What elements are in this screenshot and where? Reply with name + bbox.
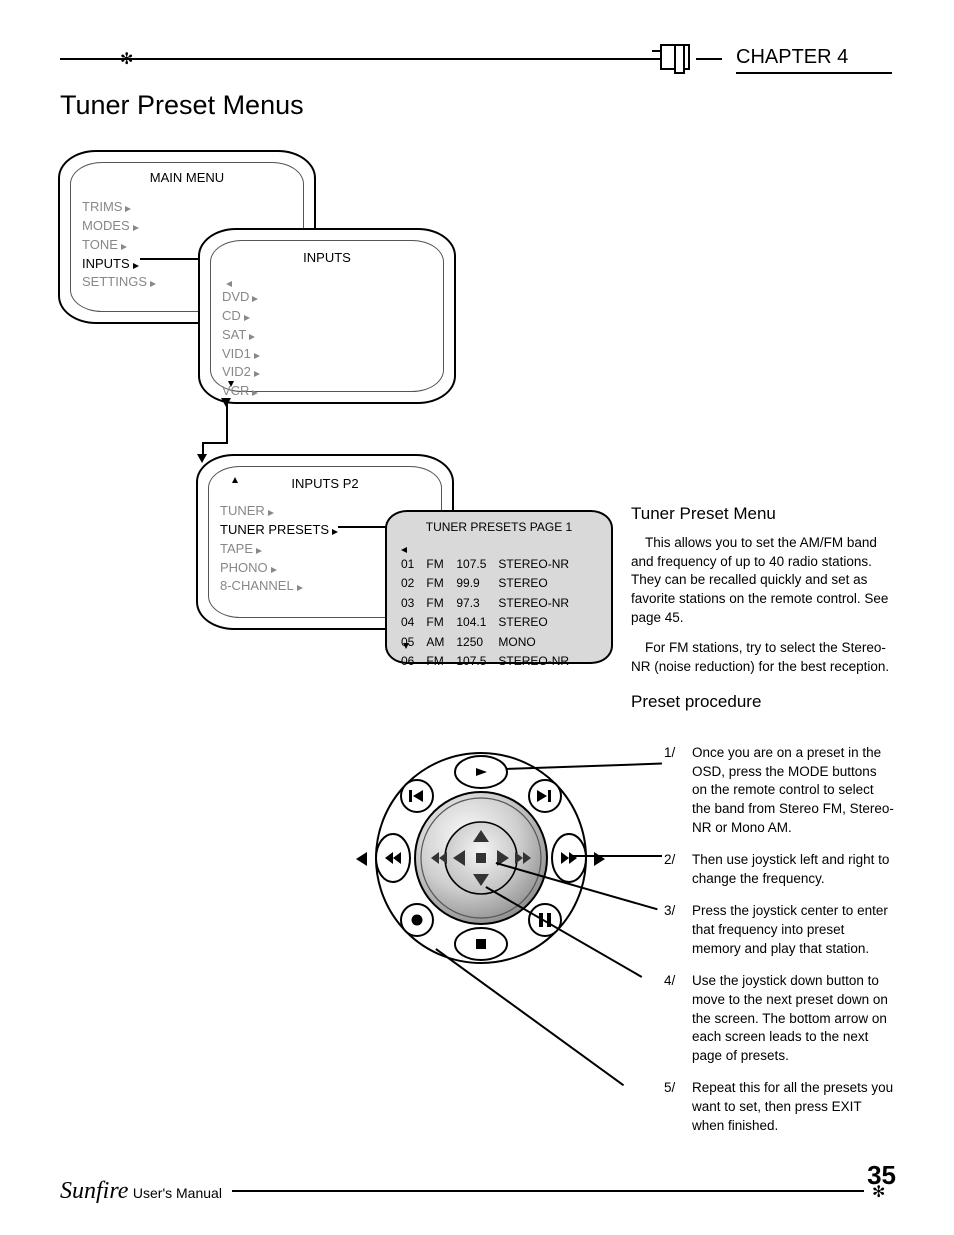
chapter-label: CHAPTER 4 xyxy=(736,46,848,69)
preset-row: 02FM99.9STEREO xyxy=(401,575,579,592)
menu-item: CD xyxy=(222,307,260,326)
section-heading: Preset procedure xyxy=(631,692,893,712)
menu-title: INPUTS xyxy=(200,250,454,265)
panel-tuner-presets: TUNER PRESETS PAGE 1 01FM107.5STEREO-NR 0… xyxy=(385,510,613,664)
menu-item: TRIMS xyxy=(82,198,156,217)
screen-inputs: INPUTS DVDCDSATVID1VID2VCR xyxy=(198,228,456,404)
page-title: Tuner Preset Menus xyxy=(60,90,304,121)
joystick-left-icon xyxy=(356,852,367,866)
procedure-step: 1/Once you are on a preset in the OSD, p… xyxy=(664,744,894,837)
menu-item: PHONO xyxy=(220,559,338,578)
footer-label: User's Manual xyxy=(133,1185,222,1201)
procedure-step: 2/Then use joystick left and right to ch… xyxy=(664,851,894,888)
preset-row: 06FM107.5STEREO-NR xyxy=(401,653,579,670)
preset-row: 03FM97.3STEREO-NR xyxy=(401,595,579,612)
star-icon: ✻ xyxy=(120,49,133,69)
menu-item: TUNER PRESETS xyxy=(220,521,338,540)
menu-item: VID1 xyxy=(222,345,260,364)
preset-row: 05AM1250MONO xyxy=(401,634,579,651)
menu-title: INPUTS P2 xyxy=(198,476,452,491)
preset-row: 04FM104.1STEREO xyxy=(401,614,579,631)
nav-down-icon xyxy=(403,636,409,654)
preset-row: 01FM107.5STEREO-NR xyxy=(401,556,579,573)
menu-item: SETTINGS xyxy=(82,273,156,292)
procedure-step: 4/Use the joystick down button to move t… xyxy=(664,972,894,1065)
page-number: 35 xyxy=(867,1160,896,1191)
nav-down-icon xyxy=(228,374,234,392)
menu-item: TONE xyxy=(82,236,156,255)
menu-title: MAIN MENU xyxy=(60,170,314,185)
menu-item: MODES xyxy=(82,217,156,236)
section-heading: Tuner Preset Menu xyxy=(631,504,893,524)
menu-item: SAT xyxy=(222,326,260,345)
menu-item: 8-CHANNEL xyxy=(220,577,338,596)
procedure-step: 5/Repeat this for all the presets you wa… xyxy=(664,1079,894,1135)
panel-title: TUNER PRESETS PAGE 1 xyxy=(387,520,611,534)
footer-brand: Sunfire xyxy=(60,1178,128,1204)
paragraph: For FM stations, try to select the Stere… xyxy=(631,639,893,676)
menu-item: DVD xyxy=(222,288,260,307)
procedure-step: 3/Press the joystick center to enter tha… xyxy=(664,902,894,958)
menu-item: TUNER xyxy=(220,502,338,521)
paragraph: This allows you to set the AM/FM band an… xyxy=(631,534,893,627)
book-icon xyxy=(660,44,690,70)
menu-item: TAPE xyxy=(220,540,338,559)
